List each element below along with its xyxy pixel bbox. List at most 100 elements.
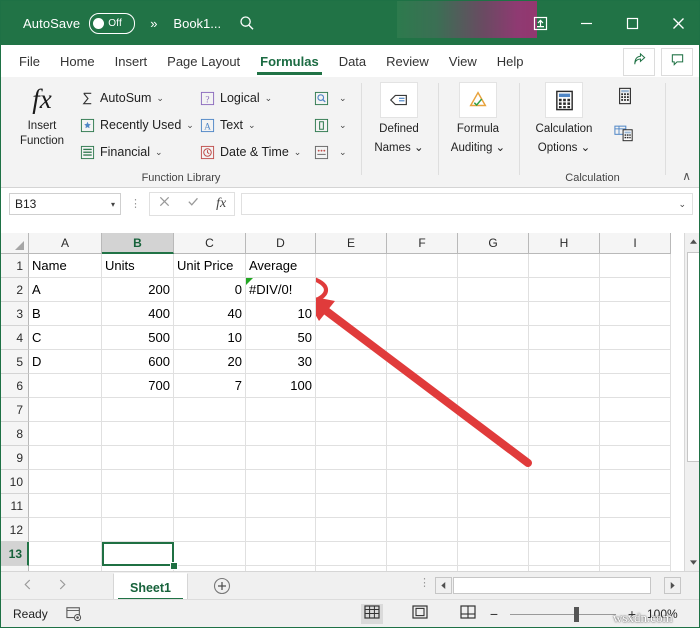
cell-C12[interactable] (174, 518, 246, 542)
cell-F10[interactable] (387, 470, 458, 494)
cell-F5[interactable] (387, 350, 458, 374)
cell-G13[interactable] (458, 542, 529, 566)
cell-B5[interactable]: 600 (102, 350, 174, 374)
cancel-icon[interactable] (158, 195, 171, 213)
cell-A7[interactable] (29, 398, 102, 422)
cell-A2[interactable]: A (29, 278, 102, 302)
cell-E2[interactable] (316, 278, 387, 302)
column-header-I[interactable]: I (600, 233, 671, 254)
column-header-H[interactable]: H (529, 233, 600, 254)
cell-I12[interactable] (600, 518, 671, 542)
cell-H9[interactable] (529, 446, 600, 470)
cell-G8[interactable] (458, 422, 529, 446)
chevron-down-icon[interactable]: ⌄ (339, 147, 347, 158)
cell-B11[interactable] (102, 494, 174, 518)
cell-D8[interactable] (246, 422, 316, 446)
row-header-8[interactable]: 8 (1, 422, 29, 446)
cell-H12[interactable] (529, 518, 600, 542)
cell-B7[interactable] (102, 398, 174, 422)
cell-D7[interactable] (246, 398, 316, 422)
cell-E5[interactable] (316, 350, 387, 374)
scroll-left-icon[interactable] (435, 577, 452, 594)
cell-C10[interactable] (174, 470, 246, 494)
row-header-2[interactable]: 2 (1, 278, 29, 302)
cell-F4[interactable] (387, 326, 458, 350)
cell-E4[interactable] (316, 326, 387, 350)
cell-F12[interactable] (387, 518, 458, 542)
cell-E6[interactable] (316, 374, 387, 398)
cell-G2[interactable] (458, 278, 529, 302)
lookup-reference-button[interactable]: ⌄ (313, 85, 347, 111)
cell-G10[interactable] (458, 470, 529, 494)
chevron-down-icon[interactable]: ⌄ (186, 120, 194, 131)
cell-I9[interactable] (600, 446, 671, 470)
cell-I10[interactable] (600, 470, 671, 494)
row-header-5[interactable]: 5 (1, 350, 29, 374)
recently-used-button[interactable]: Recently Used ⌄ (79, 112, 194, 138)
cell-D10[interactable] (246, 470, 316, 494)
row-header-4[interactable]: 4 (1, 326, 29, 350)
tab-home[interactable]: Home (50, 46, 105, 76)
cell-I1[interactable] (600, 254, 671, 278)
cell-C9[interactable] (174, 446, 246, 470)
cell-H3[interactable] (529, 302, 600, 326)
cell-H13[interactable] (529, 542, 600, 566)
cell-F9[interactable] (387, 446, 458, 470)
cell-A1[interactable]: Name (29, 254, 102, 278)
cell-A6[interactable] (29, 374, 102, 398)
chevron-down-icon[interactable]: ⌄ (339, 120, 347, 131)
cell-F13[interactable] (387, 542, 458, 566)
tab-view[interactable]: View (439, 46, 487, 76)
row-header-12[interactable]: 12 (1, 518, 29, 542)
calculation-options-button[interactable]: Calculation Options ⌄ (516, 82, 612, 156)
cell-I6[interactable] (600, 374, 671, 398)
cell-C3[interactable]: 40 (174, 302, 246, 326)
cell-C7[interactable] (174, 398, 246, 422)
chevron-down-icon[interactable]: ⌄ (155, 147, 163, 158)
column-header-D[interactable]: D (246, 233, 316, 254)
row-header-7[interactable]: 7 (1, 398, 29, 422)
cell-E10[interactable] (316, 470, 387, 494)
cell-D6[interactable]: 100 (246, 374, 316, 398)
chevron-down-icon[interactable]: ▾ (111, 200, 115, 209)
horizontal-scrollbar[interactable] (435, 577, 681, 594)
cell-H6[interactable] (529, 374, 600, 398)
select-all-button[interactable] (1, 233, 29, 254)
cell-H10[interactable] (529, 470, 600, 494)
cell-G5[interactable] (458, 350, 529, 374)
cell-C8[interactable] (174, 422, 246, 446)
row-header-13[interactable]: 13 (1, 542, 29, 566)
logical-button[interactable]: ? Logical ⌄ (199, 85, 272, 111)
cell-G1[interactable] (458, 254, 529, 278)
autosave-toggle[interactable]: AutoSave Off (23, 13, 135, 34)
cell-E8[interactable] (316, 422, 387, 446)
cell-D13[interactable] (246, 542, 316, 566)
cell-B1[interactable]: Units (102, 254, 174, 278)
cell-H2[interactable] (529, 278, 600, 302)
chevron-down-icon[interactable]: ⌄ (294, 147, 302, 158)
vertical-scrollbar-thumb[interactable] (687, 252, 700, 462)
scroll-right-icon[interactable] (664, 577, 681, 594)
cell-H8[interactable] (529, 422, 600, 446)
sheet-tab-sheet1[interactable]: Sheet1 (113, 573, 188, 601)
cell-H11[interactable] (529, 494, 600, 518)
cell-G11[interactable] (458, 494, 529, 518)
cell-I8[interactable] (600, 422, 671, 446)
tab-file[interactable]: File (9, 46, 50, 76)
cell-F1[interactable] (387, 254, 458, 278)
cell-I5[interactable] (600, 350, 671, 374)
cell-B13[interactable] (102, 542, 174, 566)
cell-D4[interactable]: 50 (246, 326, 316, 350)
tab-formulas[interactable]: Formulas (250, 46, 329, 76)
chevron-down-icon[interactable]: ⌄ (339, 93, 347, 104)
cell-F6[interactable] (387, 374, 458, 398)
cell-G3[interactable] (458, 302, 529, 326)
cell-A12[interactable] (29, 518, 102, 542)
scroll-down-icon[interactable] (685, 554, 700, 571)
nav-next-icon[interactable] (58, 577, 67, 595)
math-trig-button[interactable]: ⌄ (313, 112, 347, 138)
cell-C13[interactable] (174, 542, 246, 566)
cell-H5[interactable] (529, 350, 600, 374)
cell-F8[interactable] (387, 422, 458, 446)
cell-D12[interactable] (246, 518, 316, 542)
